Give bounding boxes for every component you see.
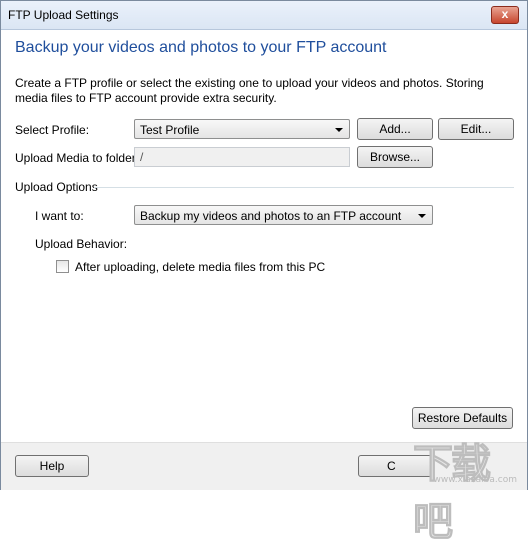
- section-divider: [94, 187, 514, 188]
- upload-folder-value: /: [140, 150, 144, 164]
- select-profile-label: Select Profile:: [15, 123, 90, 137]
- action-dropdown[interactable]: Backup my videos and photos to an FTP ac…: [134, 205, 433, 225]
- watermark-logo: 下载吧 www.xiazaiba.com: [395, 431, 523, 546]
- upload-behavior-label: Upload Behavior:: [35, 237, 128, 251]
- chevron-down-icon: [335, 128, 343, 132]
- edit-profile-button[interactable]: Edit...: [438, 118, 514, 140]
- upload-options-section-label: Upload Options: [15, 180, 98, 194]
- i-want-to-label: I want to:: [35, 209, 84, 223]
- add-profile-button[interactable]: Add...: [357, 118, 433, 140]
- action-dropdown-value: Backup my videos and photos to an FTP ac…: [140, 209, 402, 223]
- delete-after-upload-label[interactable]: After uploading, delete media files from…: [75, 260, 325, 274]
- window-title: FTP Upload Settings: [8, 8, 119, 22]
- upload-folder-field[interactable]: /: [134, 147, 350, 167]
- upload-folder-label: Upload Media to folder:: [15, 151, 140, 165]
- ftp-upload-settings-dialog: FTP Upload Settings x Backup your videos…: [0, 0, 528, 546]
- delete-after-upload-checkbox[interactable]: [56, 260, 69, 273]
- help-button[interactable]: Help: [15, 455, 89, 477]
- profile-dropdown[interactable]: Test Profile: [134, 119, 350, 139]
- watermark-url: www.xiazaiba.com: [433, 475, 517, 485]
- description-text: Create a FTP profile or select the exist…: [15, 76, 484, 105]
- title-bar: FTP Upload Settings x: [1, 1, 527, 30]
- browse-button[interactable]: Browse...: [357, 146, 433, 168]
- profile-dropdown-value: Test Profile: [140, 123, 200, 137]
- close-button[interactable]: x: [491, 6, 519, 24]
- page-heading: Backup your videos and photos to your FT…: [15, 39, 387, 56]
- restore-defaults-button[interactable]: Restore Defaults: [412, 407, 513, 429]
- chevron-down-icon: [418, 214, 426, 218]
- watermark-text: 下载吧: [413, 441, 492, 546]
